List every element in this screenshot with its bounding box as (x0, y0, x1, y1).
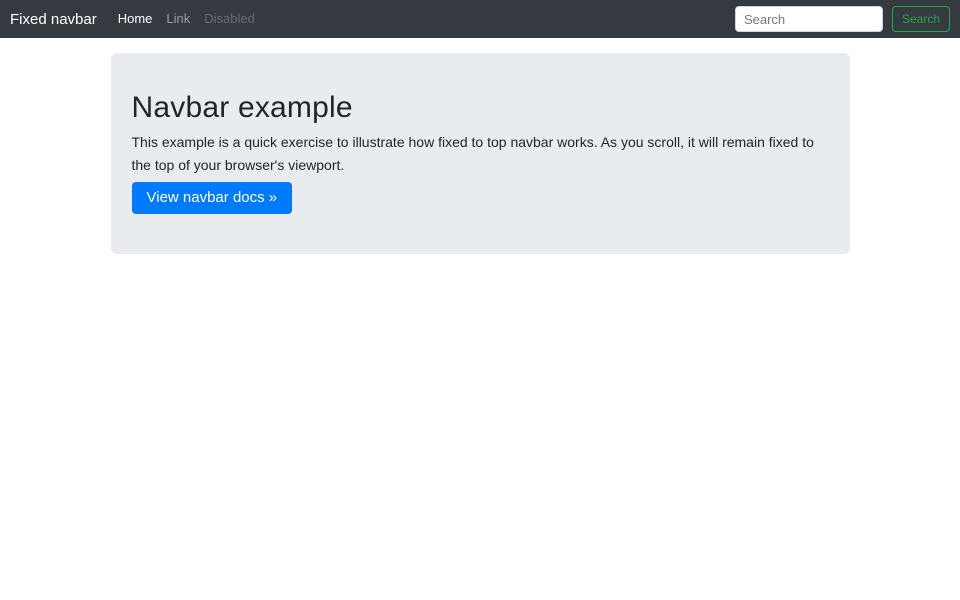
jumbotron: Navbar example This example is a quick e… (111, 53, 850, 254)
page-title: Navbar example (132, 90, 829, 126)
main-content: Navbar example This example is a quick e… (0, 0, 960, 254)
search-button[interactable]: Search (892, 6, 950, 32)
nav-link-link[interactable]: Link (159, 11, 197, 26)
nav-link-disabled: Disabled (197, 11, 262, 26)
search-input[interactable] (735, 6, 883, 32)
navbar-brand[interactable]: Fixed navbar (10, 11, 97, 28)
search-form: Search (735, 6, 950, 32)
nav-item-link: Link (159, 10, 197, 28)
nav-item-disabled: Disabled (197, 10, 262, 28)
page-description: This example is a quick exercise to illu… (132, 131, 829, 177)
top-navbar: Fixed navbar Home Link Disabled Search (0, 0, 960, 38)
nav-item-home: Home (111, 10, 160, 28)
navbar-nav: Home Link Disabled (111, 10, 262, 28)
view-navbar-docs-button[interactable]: View navbar docs » (132, 182, 293, 214)
nav-link-home[interactable]: Home (111, 11, 160, 26)
